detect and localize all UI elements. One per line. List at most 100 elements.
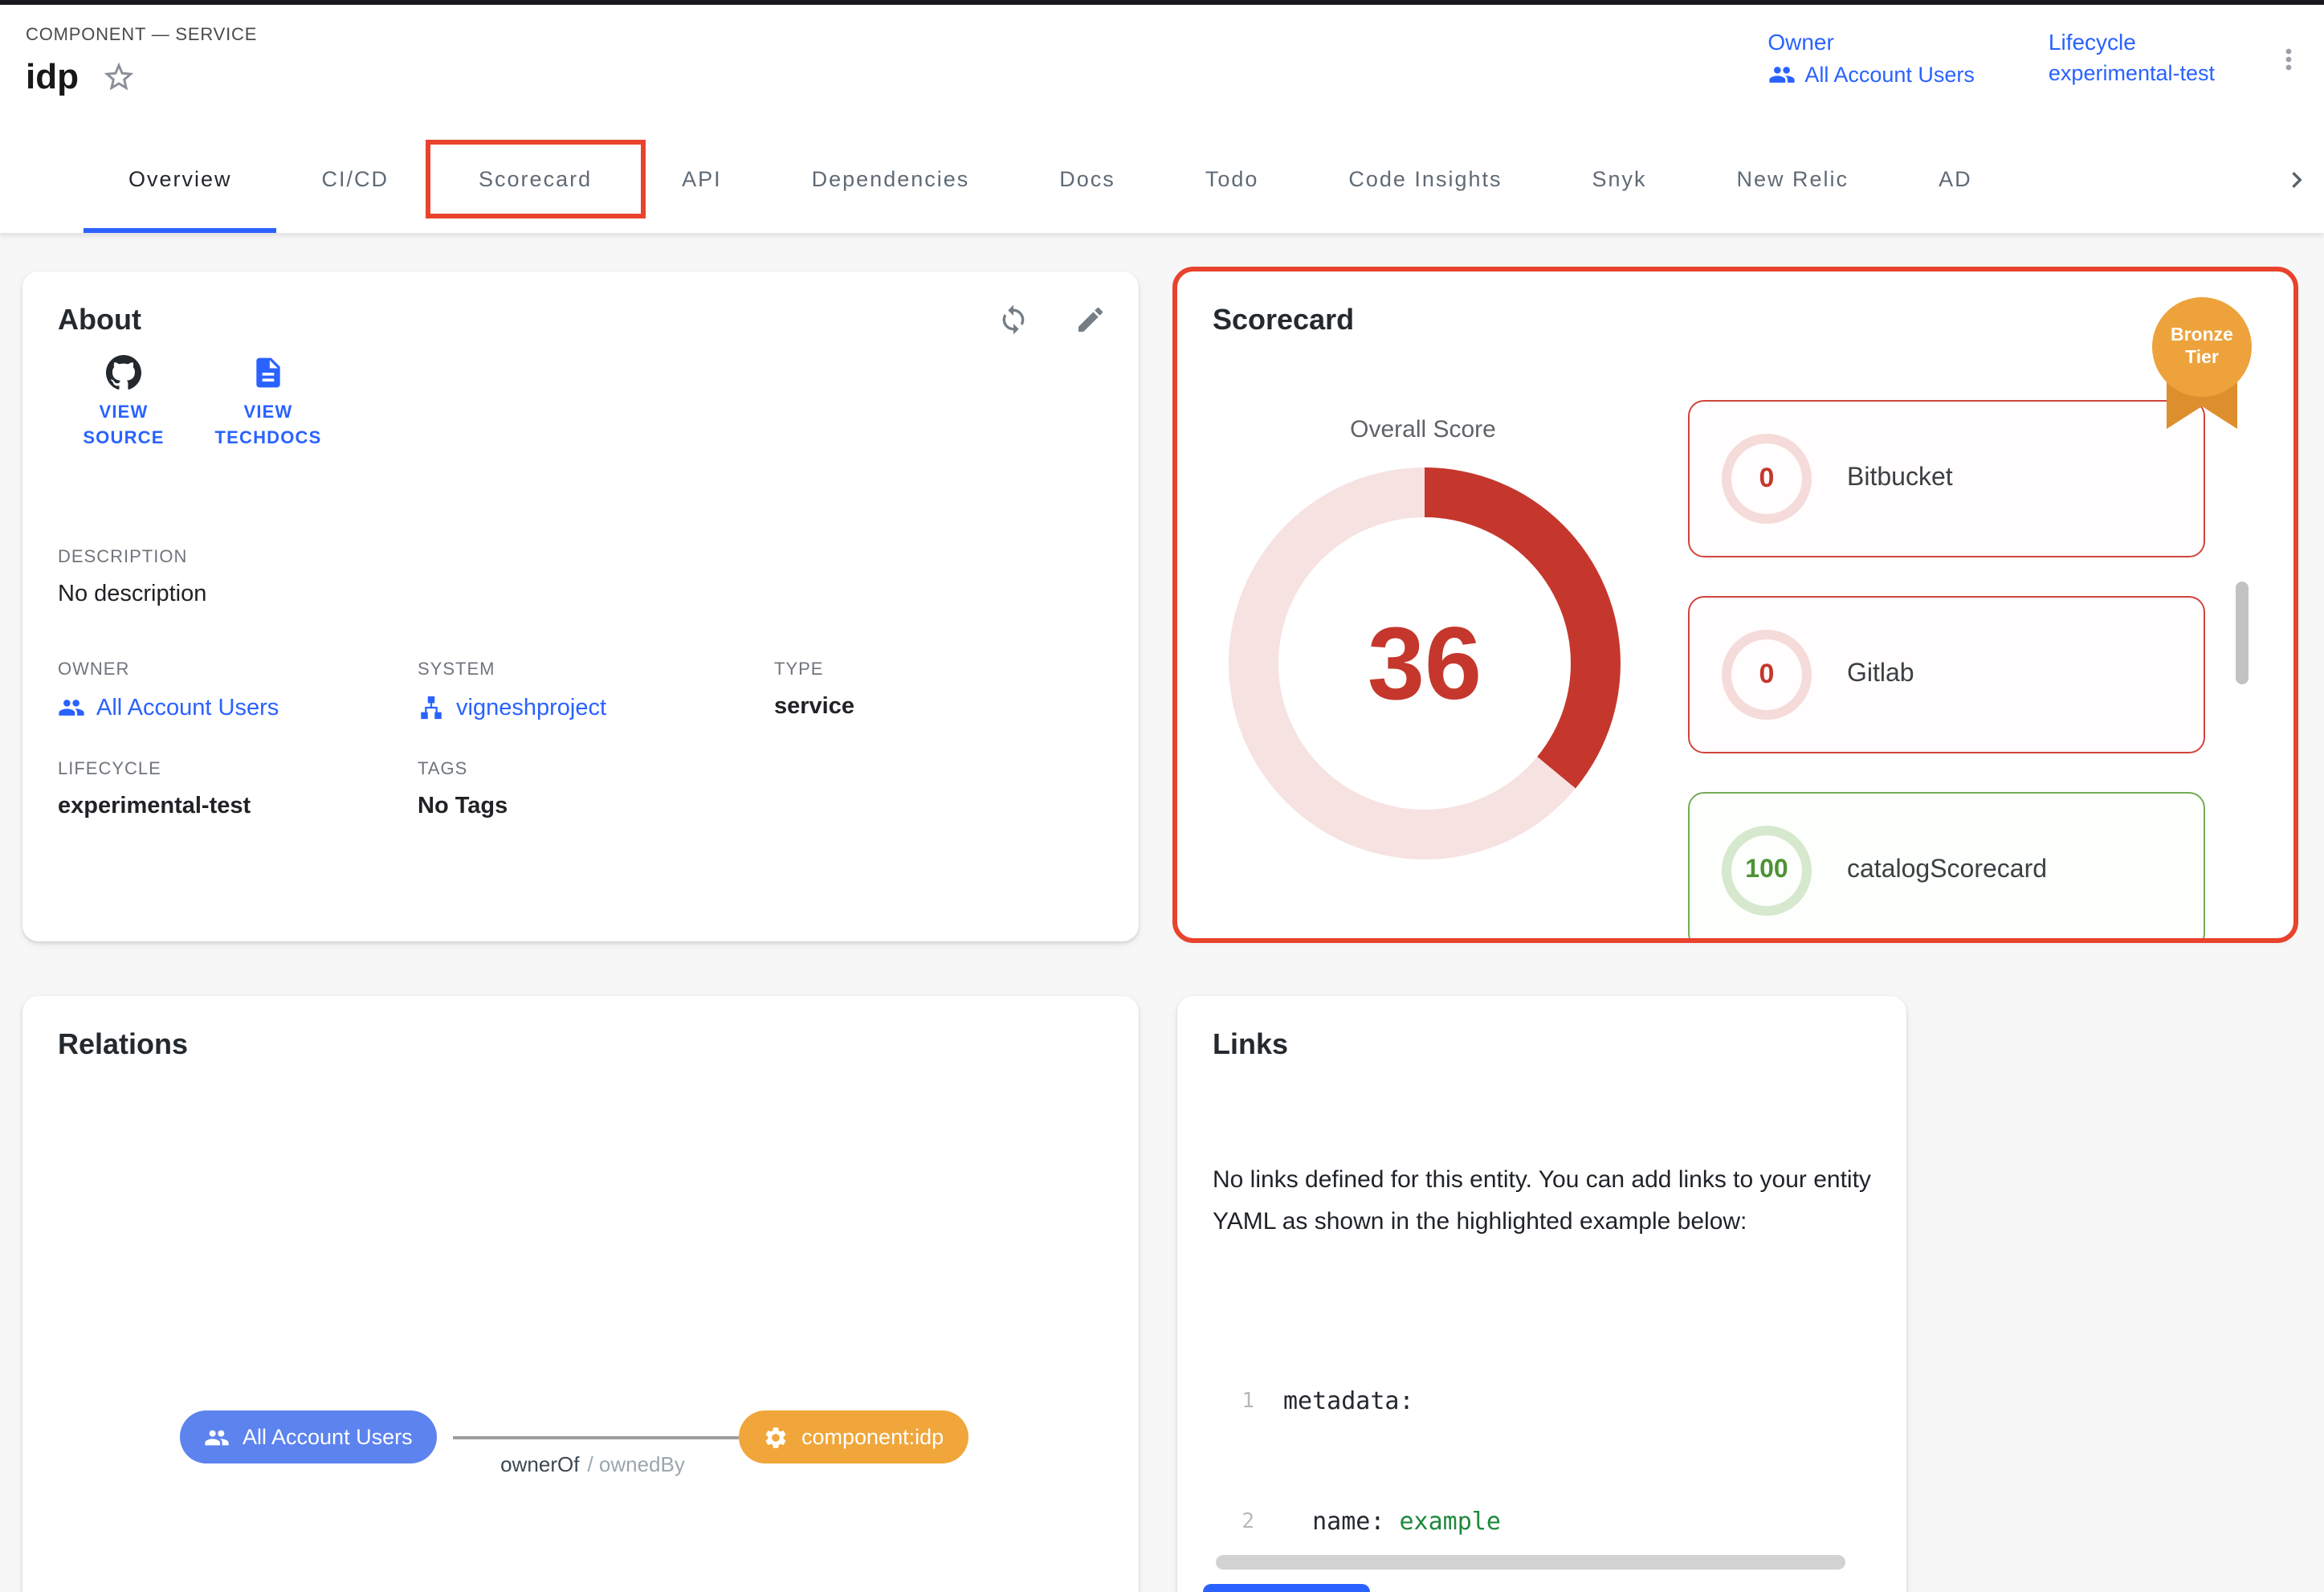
tab-new-relic[interactable]: New Relic bbox=[1692, 125, 1894, 233]
tab-label: Snyk bbox=[1592, 167, 1647, 191]
code-key: name: bbox=[1312, 1502, 1384, 1542]
view-source-label: VIEW SOURCE bbox=[64, 402, 183, 453]
tab-label: Todo bbox=[1205, 167, 1259, 191]
overall-score-donut: 36 bbox=[1229, 467, 1621, 859]
tags-field: TAGS No Tags bbox=[418, 760, 508, 819]
relation-edge-label: ownerOf / ownedBy bbox=[446, 1452, 739, 1476]
owner-field: OWNER All Account Users bbox=[58, 660, 279, 721]
scorecard-item-name: Gitlab bbox=[1847, 660, 1914, 689]
app-viewport: COMPONENT — SERVICE idp Owner All Accoun… bbox=[0, 0, 2324, 1592]
overall-score-value: 36 bbox=[1368, 604, 1482, 723]
group-icon bbox=[204, 1424, 230, 1450]
overall-score-label: Overall Score bbox=[1225, 416, 1621, 443]
tab-label: Dependencies bbox=[812, 167, 970, 191]
chevron-right-icon[interactable] bbox=[2269, 125, 2324, 233]
scorecard-item-name: Bitbucket bbox=[1847, 464, 1953, 493]
tab-code-insights[interactable]: Code Insights bbox=[1303, 125, 1547, 233]
entity-header: COMPONENT — SERVICE idp Owner All Accoun… bbox=[0, 0, 2324, 125]
favorite-star-icon[interactable] bbox=[101, 59, 137, 95]
tab-bar: Overview CI/CD Scorecard API Dependencie… bbox=[0, 125, 2324, 233]
bronze-tier-badge: Bronze Tier bbox=[2152, 297, 2252, 435]
header-meta: Owner All Account Users Lifecycle experi… bbox=[1767, 29, 2215, 88]
lifecycle-value[interactable]: experimental-test bbox=[2049, 61, 2215, 85]
score-circle: 0 bbox=[1722, 434, 1812, 524]
tab-label: Overview bbox=[128, 167, 232, 191]
owner-value-link[interactable]: All Account Users bbox=[1767, 61, 1975, 88]
tab-snyk[interactable]: Snyk bbox=[1547, 125, 1692, 233]
tab-todo[interactable]: Todo bbox=[1160, 125, 1304, 233]
scorecard-card: Scorecard Bronze Tier Overall Score 36 0… bbox=[1177, 271, 2293, 938]
partial-blue-button[interactable] bbox=[1203, 1584, 1370, 1592]
edge-label-ownerof: ownerOf bbox=[500, 1452, 579, 1476]
lifecycle-label[interactable]: Lifecycle bbox=[2049, 29, 2215, 55]
description-field: DESCRIPTION No description bbox=[58, 548, 206, 607]
relation-node-label: component:idp bbox=[801, 1425, 944, 1449]
tab-adrs[interactable]: AD bbox=[1894, 125, 2017, 233]
lifecycle-value-text: experimental-test bbox=[2049, 61, 2215, 85]
tab-ci-cd[interactable]: CI/CD bbox=[277, 125, 434, 233]
breadcrumb: COMPONENT — SERVICE bbox=[26, 26, 257, 45]
system-field: SYSTEM vigneshproject bbox=[418, 660, 606, 721]
code-key: metadata: bbox=[1283, 1382, 1414, 1422]
relations-card: Relations ownerOf / ownedBy All Account U… bbox=[22, 996, 1139, 1592]
tags-field-label: TAGS bbox=[418, 760, 508, 779]
group-icon bbox=[58, 694, 85, 721]
tab-overview[interactable]: Overview bbox=[84, 125, 277, 233]
document-icon bbox=[251, 355, 286, 390]
relation-node-component[interactable]: component:idp bbox=[739, 1410, 968, 1463]
system-field-link[interactable]: vigneshproject bbox=[418, 694, 606, 721]
line-number: 2 bbox=[1216, 1502, 1254, 1542]
scorecard-list-scrollbar[interactable] bbox=[2236, 582, 2249, 684]
tab-label: New Relic bbox=[1737, 167, 1849, 191]
score-circle: 100 bbox=[1722, 826, 1812, 916]
scorecard-item-catalog[interactable]: 100 catalogScorecard bbox=[1688, 792, 2205, 938]
type-field-value: service bbox=[774, 694, 854, 720]
owner-field-label: OWNER bbox=[58, 660, 279, 680]
links-card-title: Links bbox=[1213, 1028, 1288, 1062]
view-techdocs-label: VIEW TECHDOCS bbox=[209, 402, 328, 453]
tab-scorecard[interactable]: Scorecard bbox=[434, 125, 637, 233]
system-tree-icon bbox=[418, 694, 445, 721]
gear-icon bbox=[763, 1424, 789, 1450]
links-empty-message: No links defined for this entity. You ca… bbox=[1213, 1160, 1878, 1243]
edge-label-ownedby: / ownedBy bbox=[587, 1452, 684, 1476]
about-card-title: About bbox=[58, 304, 141, 337]
tab-label: CI/CD bbox=[322, 167, 389, 191]
lifecycle-block: Lifecycle experimental-test bbox=[2049, 29, 2215, 88]
type-field: TYPE service bbox=[774, 660, 854, 720]
view-source-button[interactable]: VIEW SOURCE bbox=[64, 355, 183, 453]
scorecard-list: 0 Bitbucket 0 Gitlab 100 catalogScorecar… bbox=[1688, 400, 2205, 938]
description-value: No description bbox=[58, 582, 206, 607]
scorecard-item-gitlab[interactable]: 0 Gitlab bbox=[1688, 596, 2205, 753]
owner-label[interactable]: Owner bbox=[1767, 29, 1975, 55]
lifecycle-field: LIFECYCLE experimental-test bbox=[58, 760, 251, 819]
code-line: 1metadata: bbox=[1216, 1382, 1858, 1422]
score-circle: 0 bbox=[1722, 630, 1812, 720]
tab-docs[interactable]: Docs bbox=[1014, 125, 1160, 233]
about-actions bbox=[997, 304, 1107, 336]
kebab-menu-icon[interactable] bbox=[2273, 43, 2305, 76]
tab-label: Scorecard bbox=[479, 167, 592, 191]
group-icon bbox=[1767, 61, 1795, 88]
tab-label: AD bbox=[1939, 167, 1972, 191]
owner-field-link[interactable]: All Account Users bbox=[58, 694, 279, 721]
relations-card-title: Relations bbox=[58, 1028, 188, 1062]
scorecard-card-title: Scorecard bbox=[1213, 304, 1354, 337]
lifecycle-field-value: experimental-test bbox=[58, 794, 251, 819]
tab-dependencies[interactable]: Dependencies bbox=[767, 125, 1015, 233]
about-card: About VIEW SOURCE VIEW TECHDOCS DESCRIPT… bbox=[22, 271, 1139, 941]
view-techdocs-button[interactable]: VIEW TECHDOCS bbox=[209, 355, 328, 453]
refresh-icon[interactable] bbox=[997, 304, 1029, 336]
tab-label: Code Insights bbox=[1348, 167, 1502, 191]
edit-pencil-icon[interactable] bbox=[1074, 304, 1107, 336]
relation-node-owner[interactable]: All Account Users bbox=[180, 1410, 437, 1463]
scorecard-item-bitbucket[interactable]: 0 Bitbucket bbox=[1688, 400, 2205, 557]
bronze-tier-badge-label: Bronze Tier bbox=[2152, 297, 2252, 397]
scorecard-item-name: catalogScorecard bbox=[1847, 856, 2047, 885]
tab-api[interactable]: API bbox=[637, 125, 767, 233]
code-horizontal-scrollbar[interactable] bbox=[1216, 1555, 1845, 1570]
relation-node-label: All Account Users bbox=[243, 1425, 413, 1449]
relation-edge-line bbox=[453, 1436, 739, 1439]
type-field-label: TYPE bbox=[774, 660, 854, 680]
system-field-label: SYSTEM bbox=[418, 660, 606, 680]
